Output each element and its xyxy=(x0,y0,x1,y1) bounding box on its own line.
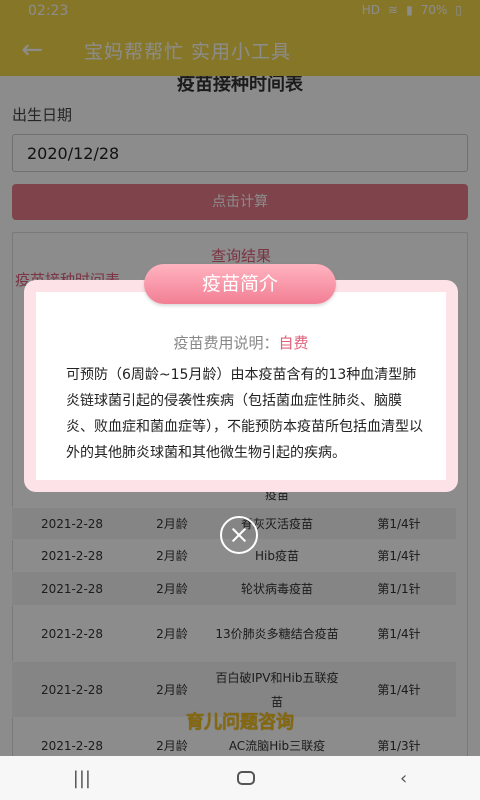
modal-title: 疫苗简介 xyxy=(144,264,336,304)
recent-apps-icon[interactable]: ||| xyxy=(73,768,91,789)
home-icon[interactable] xyxy=(236,771,255,785)
fee-line: 疫苗费用说明：自费 xyxy=(36,332,446,353)
fee-label: 疫苗费用说明： xyxy=(173,334,279,352)
back-nav-icon[interactable]: ‹ xyxy=(400,768,407,789)
vaccine-info-modal: 疫苗费用说明：自费 可预防（6周龄~15月龄）由本疫苗含有的13种血清型肺炎链球… xyxy=(24,280,458,492)
fee-value: 自费 xyxy=(278,334,309,352)
system-nav-bar: ||| ‹ xyxy=(0,756,480,800)
vaccine-description: 可预防（6周龄~15月龄）由本疫苗含有的13种血清型肺炎链球菌引起的侵袭性疾病（… xyxy=(66,367,423,461)
modal-body: 疫苗费用说明：自费 可预防（6周龄~15月龄）由本疫苗含有的13种血清型肺炎链球… xyxy=(36,292,446,480)
close-icon[interactable] xyxy=(220,516,258,554)
